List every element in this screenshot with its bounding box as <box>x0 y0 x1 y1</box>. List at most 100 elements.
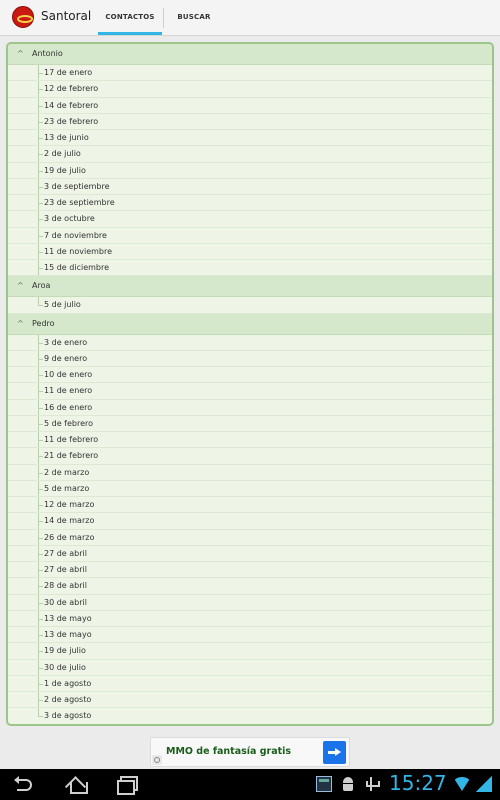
tree-line <box>38 602 43 604</box>
list-item[interactable]: 27 de abril <box>8 562 492 579</box>
back-icon[interactable] <box>14 774 36 794</box>
screenshot-notification-icon[interactable] <box>316 776 332 792</box>
list-item[interactable]: 11 de febrero <box>8 432 492 449</box>
list-item[interactable]: 17 de enero <box>8 65 492 82</box>
tab-buscar[interactable]: BUSCAR <box>164 0 224 36</box>
tab-contactos[interactable]: CONTACTOS <box>98 0 162 36</box>
date-label: 7 de noviembre <box>44 230 107 240</box>
date-label: 17 de enero <box>44 68 93 77</box>
list-item[interactable]: 11 de noviembre <box>8 243 492 260</box>
date-label: 27 de abril <box>44 565 87 574</box>
tree-line <box>38 375 43 376</box>
group-header-aroa[interactable]: ^ Aroa <box>8 276 492 298</box>
list-item[interactable]: 2 de agosto <box>8 692 492 709</box>
usb-icon[interactable] <box>363 776 380 792</box>
tree-line <box>38 138 43 139</box>
date-label: 19 de julio <box>44 646 86 656</box>
tree-line <box>38 186 43 188</box>
list-item[interactable]: 23 de febrero <box>8 113 492 130</box>
list-item[interactable]: 13 de junio <box>8 130 492 147</box>
status-clock[interactable]: 15:27 <box>389 771 447 795</box>
list-item[interactable]: 15 de diciembre <box>8 260 492 277</box>
tree-line <box>38 391 43 393</box>
app-title: Santoral <box>41 9 92 23</box>
list-item[interactable]: 5 de marzo <box>8 480 492 497</box>
list-item[interactable]: 19 de julio <box>8 643 492 660</box>
tree-line <box>38 121 43 123</box>
list-item[interactable]: 12 de marzo <box>8 497 492 514</box>
date-label: 21 de febrero <box>44 451 99 461</box>
group-header-pedro[interactable]: ^ Pedro <box>8 313 492 335</box>
tree-line <box>38 488 43 490</box>
date-label: 30 de abril <box>44 597 87 607</box>
tree-line <box>38 170 43 172</box>
date-label: 5 de julio <box>44 300 81 310</box>
date-label: 3 de septiembre <box>44 181 110 191</box>
list-item[interactable]: 5 de julio <box>8 297 492 314</box>
date-label: 11 de febrero <box>44 435 99 444</box>
date-label: 12 de marzo <box>44 500 95 509</box>
list-item[interactable]: 3 de enero <box>8 334 492 351</box>
date-label: 13 de junio <box>44 133 89 142</box>
ad-banner[interactable]: MMO de fantasía gratis <box>150 737 350 767</box>
tree-line <box>38 700 43 701</box>
home-icon[interactable] <box>66 774 88 794</box>
date-label: 9 de enero <box>44 353 88 363</box>
group-items-antonio: 17 de enero 12 de febrero 14 de febrero … <box>8 65 492 277</box>
group-items-aroa: 5 de julio <box>8 297 492 314</box>
list-item[interactable]: 30 de julio <box>8 659 492 676</box>
list-item[interactable]: 26 de marzo <box>8 529 492 546</box>
tree-line <box>38 219 43 221</box>
list-item[interactable]: 5 de febrero <box>8 415 492 432</box>
arrow-right-icon[interactable] <box>323 741 346 764</box>
list-item[interactable]: 10 de enero <box>8 367 492 384</box>
list-item[interactable]: 9 de enero <box>8 350 492 367</box>
date-label: 23 de febrero <box>44 116 99 126</box>
date-label: 5 de febrero <box>44 418 94 428</box>
action-bar: Santoral CONTACTOS BUSCAR <box>0 0 500 36</box>
tree-line <box>38 586 43 588</box>
recent-apps-icon[interactable] <box>115 774 138 795</box>
list-item[interactable]: 2 de julio <box>8 146 492 163</box>
tree-line <box>38 342 43 344</box>
date-label: 1 de agosto <box>44 678 92 688</box>
date-label: 13 de mayo <box>44 630 92 639</box>
list-item[interactable]: 1 de agosto <box>8 675 492 692</box>
list-item[interactable]: 19 de julio <box>8 162 492 179</box>
list-item[interactable]: 13 de mayo <box>8 610 492 627</box>
list-item[interactable]: 14 de marzo <box>8 513 492 530</box>
list-item[interactable]: 16 de enero <box>8 399 492 416</box>
list-item[interactable]: 23 de septiembre <box>8 195 492 212</box>
ad-info-icon[interactable] <box>152 755 162 765</box>
list-item[interactable]: 11 de enero <box>8 383 492 400</box>
tree-line <box>38 305 43 307</box>
app-icon[interactable] <box>12 6 34 28</box>
list-item[interactable]: 21 de febrero <box>8 448 492 465</box>
tree-line <box>38 553 43 555</box>
group-header-antonio[interactable]: ^ Antonio <box>8 44 492 65</box>
tree-line <box>38 635 43 636</box>
ad-text: MMO de fantasía gratis <box>166 746 292 757</box>
list-item[interactable]: 2 de marzo <box>8 464 492 481</box>
list-item[interactable]: 14 de febrero <box>8 97 492 114</box>
list-item[interactable]: 13 de mayo <box>8 627 492 644</box>
list-item[interactable]: 3 de agosto <box>8 708 492 724</box>
tree-line <box>38 505 43 506</box>
list-item[interactable]: 28 de abril <box>8 578 492 595</box>
tree-line <box>38 89 43 91</box>
date-label: 3 de octubre <box>44 214 95 224</box>
list-item[interactable]: 30 de abril <box>8 594 492 611</box>
date-label: 12 de febrero <box>44 84 99 94</box>
list-item[interactable]: 12 de febrero <box>8 81 492 98</box>
list-item[interactable]: 3 de septiembre <box>8 178 492 195</box>
list-item[interactable]: 3 de octubre <box>8 211 492 228</box>
tree-line <box>38 154 43 156</box>
android-debug-icon[interactable] <box>340 776 356 792</box>
list-item[interactable]: 7 de noviembre <box>8 227 492 244</box>
list-item[interactable]: 27 de abril <box>8 545 492 562</box>
date-label: 30 de julio <box>44 662 86 672</box>
group-name: Aroa <box>32 281 51 291</box>
contacts-list[interactable]: ^ Antonio 17 de enero 12 de febrero 14 d… <box>6 42 494 726</box>
chevron-up-icon: ^ <box>17 49 24 58</box>
chevron-up-icon: ^ <box>17 281 24 291</box>
